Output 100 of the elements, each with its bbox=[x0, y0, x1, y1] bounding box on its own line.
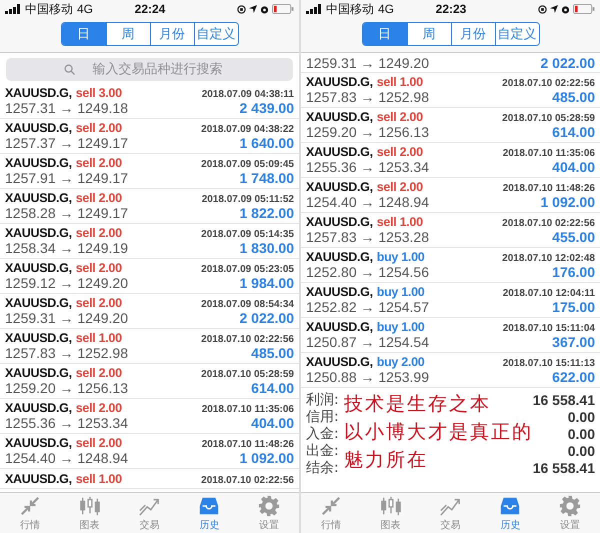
trade-time: 2018.07.10 02:22:56 bbox=[502, 78, 595, 89]
trade-side: sell 2.00 bbox=[76, 156, 122, 170]
profit-amount: 367.00 bbox=[552, 334, 595, 350]
trade-side: sell 2.00 bbox=[376, 180, 423, 194]
profit-amount: 485.00 bbox=[552, 89, 595, 105]
trade-time: 2018.07.10 11:48:26 bbox=[202, 439, 294, 450]
alarm-icon bbox=[561, 4, 570, 14]
symbol-text: XAUUSD.G, bbox=[5, 472, 72, 486]
trade-time: 2018.07.09 04:38:22 bbox=[201, 124, 294, 135]
profit-amount: 614.00 bbox=[552, 124, 595, 140]
trade-time: 2018.07.10 11:35:06 bbox=[202, 404, 294, 415]
trade-time: 2018.07.09 05:23:05 bbox=[201, 264, 294, 275]
price-range: 1252.82 → 1254.57 bbox=[306, 299, 429, 315]
trade-time: 2018.07.10 11:48:26 bbox=[502, 183, 595, 194]
nav-tab[interactable]: 行情 bbox=[0, 493, 60, 533]
profit-amount: 2 439.00 bbox=[240, 100, 294, 116]
period-tab[interactable]: 月份 bbox=[450, 23, 494, 45]
price-range: 1257.31 → 1249.18 bbox=[5, 100, 128, 116]
symbol-text: XAUUSD.G, bbox=[5, 261, 72, 275]
trade-side: sell 2.00 bbox=[76, 261, 122, 275]
trade-time: 2018.07.09 05:14:35 bbox=[201, 229, 294, 240]
nav-tab[interactable]: 图表 bbox=[360, 493, 421, 533]
profit-amount: 1 822.00 bbox=[240, 205, 294, 221]
profit-amount: 485.00 bbox=[251, 345, 294, 361]
period-tab[interactable]: 自定义 bbox=[194, 23, 238, 45]
trade-side: sell 2.00 bbox=[76, 296, 122, 310]
clock-time: 22:23 bbox=[434, 2, 468, 16]
period-tab[interactable]: 自定义 bbox=[494, 23, 538, 45]
trade-time: 2018.07.10 05:28:59 bbox=[502, 113, 595, 124]
nav-tab[interactable]: 设置 bbox=[540, 493, 600, 533]
trade-side: sell 2.00 bbox=[76, 436, 122, 450]
rotation-lock-icon bbox=[237, 4, 246, 14]
price-range: 1258.34 → 1249.19 bbox=[5, 240, 128, 256]
profit-amount: 622.00 bbox=[552, 369, 595, 385]
price-range: 1255.36 → 1253.34 bbox=[5, 415, 128, 431]
period-tab[interactable]: 日 bbox=[62, 23, 106, 45]
symbol-text: XAUUSD.G, bbox=[306, 285, 373, 299]
arrows-icon bbox=[18, 494, 41, 516]
price-range: 1258.28 → 1249.17 bbox=[5, 205, 128, 221]
alarm-icon bbox=[260, 4, 269, 14]
signal-icon bbox=[5, 4, 21, 14]
symbol-text: XAUUSD.G, bbox=[306, 215, 373, 229]
nav-tab[interactable]: 设置 bbox=[239, 493, 299, 533]
summary-label: 信用: bbox=[306, 408, 339, 426]
trade-side: buy 2.00 bbox=[376, 355, 424, 369]
carrier-name: 中国移动 bbox=[25, 0, 73, 18]
symbol-text: XAUUSD.G, bbox=[5, 86, 72, 100]
price-range: 1259.31 → 1249.20 bbox=[306, 54, 429, 70]
annotation-text: 技术是生存之本 bbox=[344, 392, 492, 417]
price-range: 1257.83 → 1252.98 bbox=[5, 345, 128, 361]
price-range: 1259.20 → 1256.13 bbox=[5, 380, 128, 396]
search-field[interactable]: 输入交易品种进行搜索 bbox=[6, 58, 293, 81]
period-tab[interactable]: 日 bbox=[362, 23, 406, 45]
price-range: 1250.87 → 1254.54 bbox=[306, 334, 429, 350]
profit-amount: 455.00 bbox=[552, 229, 595, 245]
nav-tab[interactable]: 历史 bbox=[179, 493, 240, 533]
symbol-text: XAUUSD.G, bbox=[5, 366, 72, 380]
summary-value: 16 558.41 bbox=[532, 392, 595, 408]
trade-time: 2018.07.10 15:11:04 bbox=[502, 323, 595, 334]
nav-tab[interactable]: 交易 bbox=[420, 493, 480, 533]
trade-side: sell 2.00 bbox=[76, 121, 122, 135]
nav-tab[interactable]: 历史 bbox=[480, 493, 540, 533]
price-range: 1250.88 → 1253.99 bbox=[306, 369, 429, 385]
rotation-lock-icon bbox=[538, 4, 547, 14]
annotation-text: 魅力所在 bbox=[344, 448, 429, 473]
trade-side: sell 3.00 bbox=[76, 86, 122, 100]
price-range: 1257.37 → 1249.17 bbox=[5, 135, 128, 151]
symbol-text: XAUUSD.G, bbox=[306, 180, 373, 194]
network-type: 4G bbox=[378, 2, 394, 16]
trade-side: sell 2.00 bbox=[76, 191, 122, 205]
search-icon bbox=[64, 64, 75, 75]
trade-time: 2018.07.09 05:11:52 bbox=[202, 194, 294, 205]
location-icon bbox=[550, 5, 558, 13]
nav-tab[interactable]: 图表 bbox=[60, 493, 120, 533]
arrows-icon bbox=[320, 494, 342, 516]
profit-amount: 2 022.00 bbox=[240, 310, 294, 326]
trade-side: sell 1.00 bbox=[76, 331, 122, 345]
symbol-text: XAUUSD.G, bbox=[306, 320, 373, 334]
signal-icon bbox=[306, 4, 322, 14]
period-tab[interactable]: 周 bbox=[406, 23, 450, 45]
gear-icon bbox=[258, 494, 280, 516]
profit-amount: 175.00 bbox=[552, 299, 595, 315]
profit-amount: 2 022.00 bbox=[540, 54, 595, 70]
trade-time: 2018.07.09 05:09:45 bbox=[201, 159, 294, 170]
price-range: 1257.83 → 1252.98 bbox=[306, 89, 429, 105]
trade-side: buy 1.00 bbox=[376, 320, 424, 334]
nav-tab[interactable]: 交易 bbox=[120, 493, 180, 533]
summary-value: 16 558.41 bbox=[532, 460, 595, 476]
trade-side: sell 1.00 bbox=[76, 472, 122, 486]
nav-tab[interactable]: 行情 bbox=[301, 493, 361, 533]
price-range: 1255.36 → 1253.34 bbox=[306, 159, 429, 175]
symbol-text: XAUUSD.G, bbox=[5, 331, 72, 345]
trade-side: sell 2.00 bbox=[76, 401, 122, 415]
price-range: 1259.12 → 1249.20 bbox=[5, 275, 128, 291]
period-tab[interactable]: 周 bbox=[106, 23, 150, 45]
price-range: 1254.40 → 1248.94 bbox=[5, 450, 128, 466]
symbol-text: XAUUSD.G, bbox=[5, 296, 72, 310]
symbol-text: XAUUSD.G, bbox=[306, 75, 373, 89]
clock-time: 22:24 bbox=[134, 2, 166, 16]
period-tab[interactable]: 月份 bbox=[150, 23, 194, 45]
